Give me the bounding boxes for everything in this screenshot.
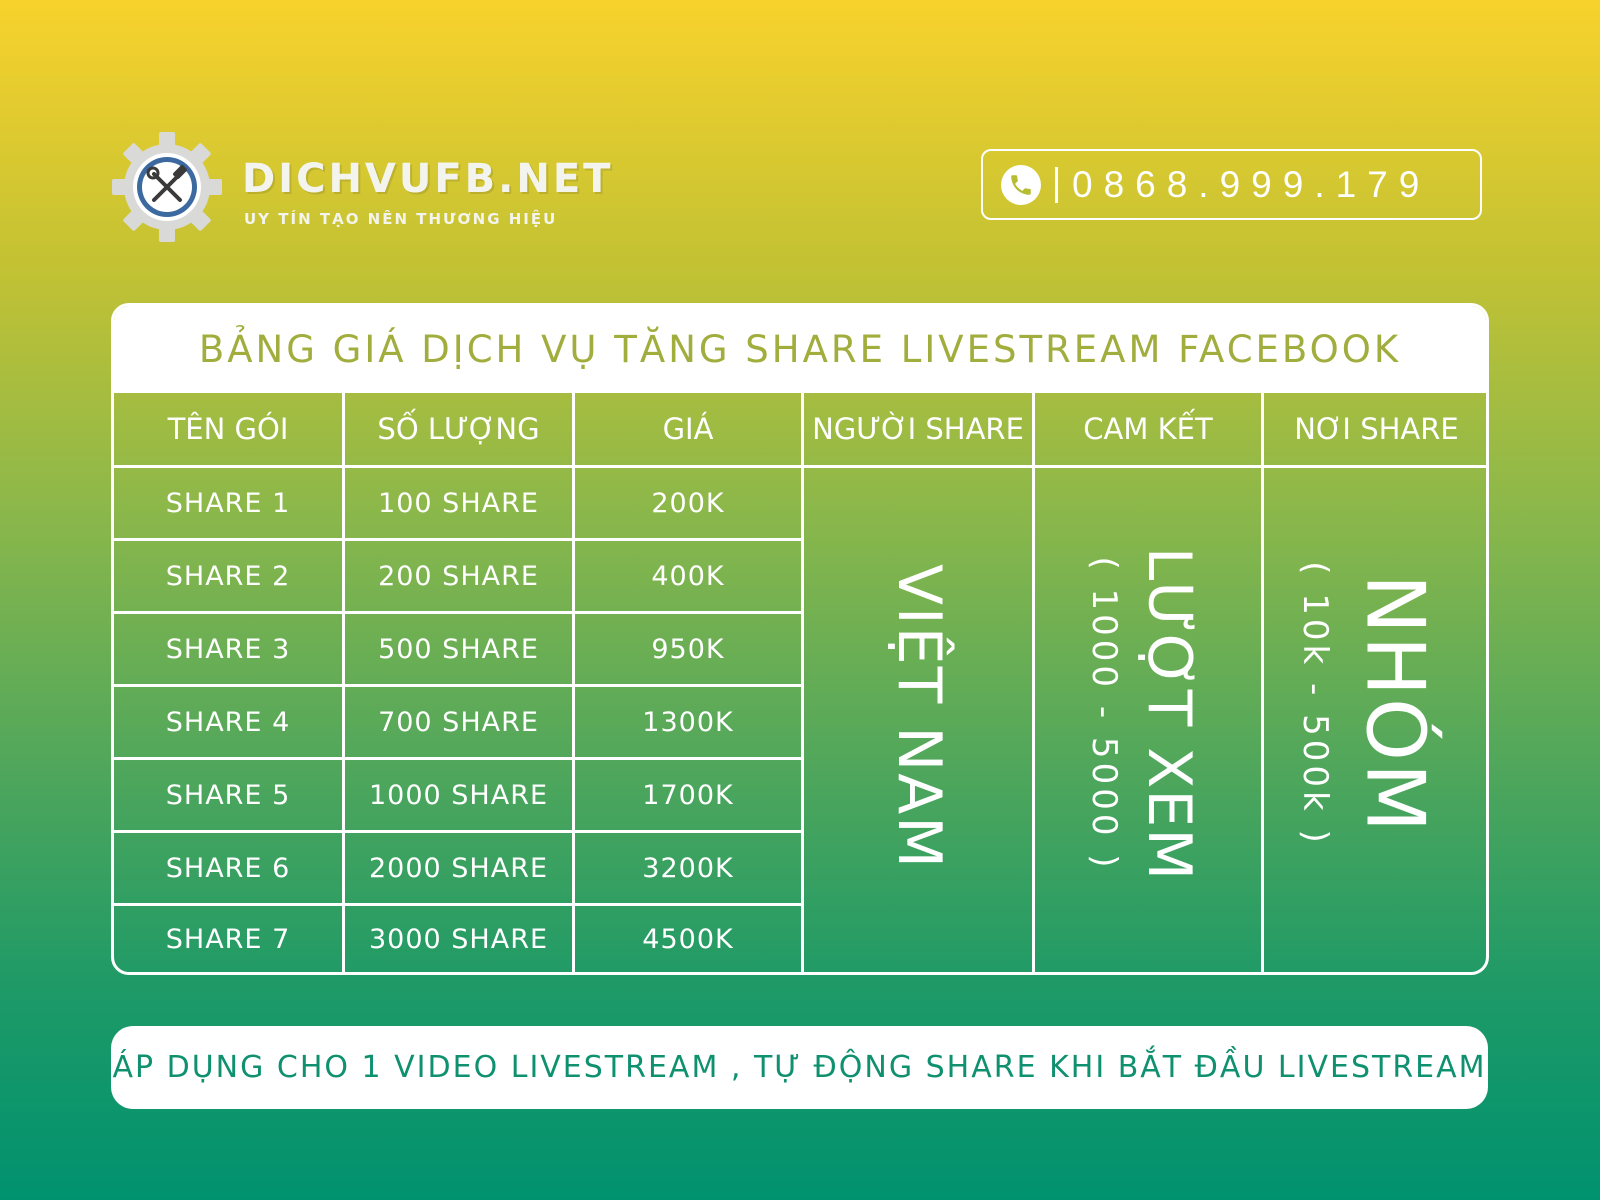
row-6-quantity: 2000 SHARE	[368, 852, 549, 884]
row-4-quantity: 700 SHARE	[378, 706, 539, 738]
row-7-quantity: 3000 SHARE	[368, 923, 549, 955]
grid-line	[1261, 393, 1264, 972]
row-2-package: SHARE 2	[165, 560, 291, 592]
brand-logo: DICHVUFB.NET UY TÍN TẠO NÊN THƯƠNG HIỆU	[112, 132, 672, 242]
column-header-sharer: NGƯỜI SHARE	[812, 412, 1024, 446]
phone-number: 0868.999.179	[1072, 163, 1431, 205]
share-place-range: ( 10k - 500k )	[1295, 561, 1335, 847]
column-header-commitment: CAM KẾT	[1083, 412, 1213, 446]
sharer-value: VIỆT NAM	[884, 563, 954, 871]
grid-line	[1032, 393, 1035, 972]
row-5-quantity: 1000 SHARE	[368, 779, 549, 811]
row-7-price: 4500K	[642, 923, 734, 955]
commitment-main: LƯỢT XEM	[1134, 546, 1204, 882]
grid-line	[114, 757, 804, 760]
row-3-package: SHARE 3	[165, 633, 291, 665]
gear-wrench-hammer-icon	[112, 132, 222, 242]
row-6-price: 3200K	[642, 852, 734, 884]
row-4-package: SHARE 4	[165, 706, 291, 738]
brand-name: DICHVUFB.NET	[242, 156, 614, 202]
grid-line	[114, 684, 804, 687]
column-header-package: TÊN GÓI	[167, 412, 289, 446]
grid-line	[114, 538, 804, 541]
column-header-share-place: NƠI SHARE	[1294, 412, 1459, 446]
column-header-quantity: SỐ LƯỢNG	[377, 412, 540, 446]
price-table: BẢNG GIÁ DỊCH VỤ TĂNG SHARE LIVESTREAM F…	[111, 303, 1489, 975]
row-7-package: SHARE 7	[165, 923, 291, 955]
row-3-quantity: 500 SHARE	[378, 633, 539, 665]
row-4-price: 1300K	[642, 706, 734, 738]
grid-line	[114, 465, 1486, 468]
phone-contact[interactable]: 0868.999.179	[981, 149, 1482, 220]
row-6-package: SHARE 6	[165, 852, 291, 884]
brand-slogan: UY TÍN TẠO NÊN THƯƠNG HIỆU	[244, 210, 558, 228]
column-header-price: GIÁ	[662, 412, 714, 446]
phone-icon	[1001, 164, 1041, 205]
price-table-title: BẢNG GIÁ DỊCH VỤ TĂNG SHARE LIVESTREAM F…	[114, 306, 1486, 393]
phone-separator	[1055, 166, 1058, 203]
row-1-quantity: 100 SHARE	[378, 487, 539, 519]
grid-line	[114, 611, 804, 614]
row-3-price: 950K	[651, 633, 725, 665]
share-place-main: NHÓM	[1348, 574, 1442, 834]
grid-line	[114, 903, 804, 906]
row-2-price: 400K	[651, 560, 725, 592]
row-1-price: 200K	[651, 487, 725, 519]
grid-line	[114, 830, 804, 833]
row-2-quantity: 200 SHARE	[378, 560, 539, 592]
row-1-package: SHARE 1	[165, 487, 291, 519]
row-5-price: 1700K	[642, 779, 734, 811]
footer-note: ÁP DỤNG CHO 1 VIDEO LIVESTREAM , TỰ ĐỘNG…	[111, 1026, 1488, 1109]
row-5-package: SHARE 5	[165, 779, 291, 811]
commitment-range: ( 1000 - 5000 )	[1084, 556, 1124, 872]
